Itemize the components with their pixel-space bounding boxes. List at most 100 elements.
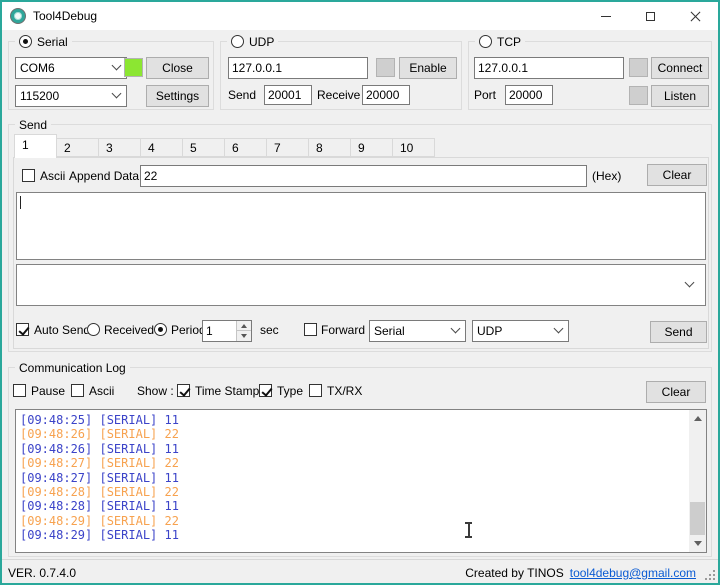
- serial-status-indicator: [124, 58, 143, 77]
- log-entry: [09:48:28] [SERIAL] 22: [20, 485, 179, 500]
- send-tab-4[interactable]: 4: [140, 138, 183, 157]
- send-message-textarea[interactable]: [16, 192, 706, 260]
- serial-baud-value: 115200: [20, 89, 60, 103]
- forward-target-value: UDP: [477, 324, 503, 338]
- period-input[interactable]: [203, 321, 236, 341]
- send-history-combo[interactable]: [16, 264, 706, 306]
- log-scrollbar[interactable]: [689, 410, 706, 552]
- ascii-checkbox[interactable]: [22, 169, 35, 182]
- udp-ip-input[interactable]: [228, 57, 368, 79]
- period-radio[interactable]: [154, 323, 167, 336]
- close-icon: [690, 11, 701, 22]
- period-down-button[interactable]: [236, 331, 251, 341]
- type-checkbox[interactable]: [259, 384, 272, 397]
- send-tab-1[interactable]: 1: [14, 134, 57, 158]
- minimize-button[interactable]: [583, 2, 628, 30]
- send-clear-button[interactable]: Clear: [647, 164, 707, 186]
- tcp-connect-button[interactable]: Connect: [651, 57, 709, 79]
- period-up-button[interactable]: [236, 321, 251, 331]
- show-label: Show :: [137, 384, 174, 398]
- close-button[interactable]: [673, 2, 718, 30]
- arrow-down-icon: [241, 334, 247, 338]
- communication-log-group: Communication Log Pause Ascii Show : Tim…: [8, 360, 712, 557]
- resize-grip-icon[interactable]: [704, 569, 717, 582]
- txrx-label: TX/RX: [327, 384, 363, 398]
- serial-close-button[interactable]: Close: [146, 57, 209, 79]
- log-ascii-checkbox[interactable]: [71, 384, 84, 397]
- chevron-down-icon: [553, 323, 564, 334]
- chevron-down-icon: [450, 323, 461, 334]
- tcp-port-input[interactable]: [505, 85, 553, 105]
- log-entry: [09:48:26] [SERIAL] 11: [20, 441, 179, 456]
- send-tab-9[interactable]: 9: [350, 138, 393, 157]
- auto-send-checkbox[interactable]: [16, 323, 29, 336]
- log-entry: [09:48:27] [SERIAL] 22: [20, 456, 179, 471]
- serial-port-select[interactable]: COM6: [15, 57, 127, 79]
- forward-label: Forward: [321, 323, 366, 337]
- send-tab-7[interactable]: 7: [266, 138, 309, 157]
- period-stepper: [202, 320, 252, 342]
- udp-receive-label: Receive: [317, 88, 361, 102]
- window-controls: [583, 2, 718, 30]
- send-tabs: 1 2 3 4 5 6 7 8 9 10: [14, 134, 435, 158]
- tcp-listen-indicator: [629, 86, 648, 105]
- title-bar[interactable]: Tool4Debug: [2, 2, 718, 30]
- append-data-label: Append Data :: [69, 169, 146, 183]
- send-tab-2[interactable]: 2: [56, 138, 99, 157]
- scroll-up-button[interactable]: [689, 410, 706, 427]
- send-tab-10[interactable]: 10: [392, 138, 435, 157]
- email-link[interactable]: tool4debug@gmail.com: [570, 566, 696, 580]
- send-tab-3[interactable]: 3: [98, 138, 141, 157]
- auto-send-label: Auto Send: [34, 323, 91, 337]
- udp-send-label: Send: [228, 88, 257, 102]
- credit-label: Created by TINOS: [465, 566, 564, 580]
- log-lines: [09:48:25] [SERIAL] 11 [09:48:26] [SERIAL…: [20, 413, 686, 543]
- log-entry: [09:48:26] [SERIAL] 22: [20, 427, 179, 442]
- log-entry: [09:48:27] [SERIAL] 11: [20, 470, 179, 485]
- log-entry: [09:48:29] [SERIAL] 11: [20, 528, 179, 543]
- send-tab-8[interactable]: 8: [308, 138, 351, 157]
- udp-status-indicator: [376, 58, 395, 77]
- forward-checkbox[interactable]: [304, 323, 317, 336]
- serial-settings-button[interactable]: Settings: [146, 85, 209, 107]
- time-stamp-checkbox[interactable]: [177, 384, 190, 397]
- log-ascii-label: Ascii: [89, 384, 115, 398]
- send-group: Send 12345678910 Ascii Append Data : (He…: [8, 117, 712, 352]
- tcp-radio[interactable]: [479, 35, 492, 48]
- app-icon: [11, 9, 25, 23]
- serial-port-value: COM6: [20, 61, 55, 75]
- log-output[interactable]: [09:48:25] [SERIAL] 11 [09:48:26] [SERIAL…: [15, 409, 707, 553]
- append-data-input[interactable]: [140, 165, 587, 187]
- log-entry: [09:48:25] [SERIAL] 11: [20, 413, 179, 427]
- serial-group-label: Serial: [37, 34, 68, 49]
- minimize-icon: [600, 15, 611, 17]
- scroll-down-button[interactable]: [689, 535, 706, 552]
- udp-send-port-input[interactable]: [264, 85, 312, 105]
- received-radio[interactable]: [87, 323, 100, 336]
- udp-radio[interactable]: [231, 35, 244, 48]
- chevron-down-icon: [111, 88, 122, 99]
- sec-label: sec: [260, 323, 279, 337]
- scrollbar-thumb[interactable]: [690, 502, 705, 535]
- serial-baud-select[interactable]: 115200: [15, 85, 127, 107]
- pause-checkbox[interactable]: [13, 384, 26, 397]
- arrow-up-icon: [241, 323, 247, 328]
- txrx-checkbox[interactable]: [309, 384, 322, 397]
- communication-log-label: Communication Log: [19, 360, 126, 375]
- udp-receive-port-input[interactable]: [362, 85, 410, 105]
- forward-source-select[interactable]: Serial: [369, 320, 466, 342]
- app-window: Tool4Debug Serial COM6 Close 115200 Sett…: [0, 0, 720, 585]
- maximize-icon: [646, 11, 655, 21]
- serial-radio[interactable]: [19, 35, 32, 48]
- send-tab-5[interactable]: 5: [182, 138, 225, 157]
- version-label: VER. 0.7.4.0: [8, 566, 77, 580]
- tcp-listen-button[interactable]: Listen: [651, 85, 709, 107]
- time-stamp-label: Time Stamp: [195, 384, 260, 398]
- forward-target-select[interactable]: UDP: [472, 320, 569, 342]
- send-tab-6[interactable]: 6: [224, 138, 267, 157]
- send-button[interactable]: Send: [650, 321, 707, 343]
- tcp-ip-input[interactable]: [474, 57, 624, 79]
- maximize-button[interactable]: [628, 2, 673, 30]
- log-clear-button[interactable]: Clear: [646, 381, 706, 403]
- udp-enable-button[interactable]: Enable: [399, 57, 457, 79]
